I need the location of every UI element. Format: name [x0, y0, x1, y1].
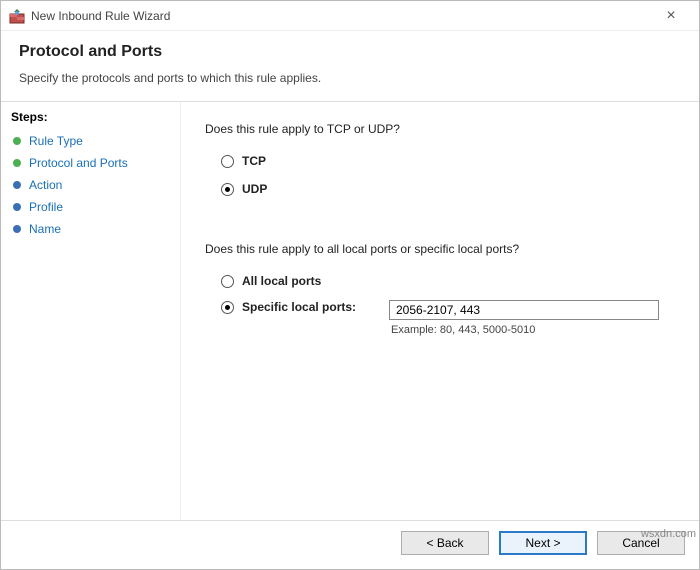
radio-all-ports-label: All local ports: [242, 274, 321, 288]
step-bullet-icon: [13, 225, 21, 233]
radio-tcp-label: TCP: [242, 154, 266, 168]
ports-all-row[interactable]: All local ports: [205, 272, 675, 290]
step-label: Name: [29, 222, 61, 236]
content-spacer: [205, 346, 675, 504]
radio-specific-ports-label: Specific local ports:: [242, 300, 356, 314]
wizard-footer: < Back Next > Cancel: [1, 520, 699, 569]
radio-tcp[interactable]: [221, 155, 234, 168]
titlebar: New Inbound Rule Wizard ×: [1, 1, 699, 31]
step-protocol-ports[interactable]: Protocol and Ports: [11, 152, 170, 174]
ports-input-block: Example: 80, 443, 5000-5010: [389, 300, 675, 336]
wizard-content: Does this rule apply to TCP or UDP? TCP …: [181, 102, 699, 520]
question-protocol: Does this rule apply to TCP or UDP?: [205, 122, 675, 136]
firewall-icon: [9, 8, 25, 24]
step-bullet-icon: [13, 181, 21, 189]
wizard-body: Steps: Rule Type Protocol and Ports Acti…: [1, 102, 699, 520]
step-label: Profile: [29, 200, 63, 214]
protocol-udp-row[interactable]: UDP: [205, 180, 675, 198]
gap: [205, 208, 675, 228]
page-title: Protocol and Ports: [19, 43, 681, 61]
step-label: Rule Type: [29, 134, 83, 148]
step-bullet-icon: [13, 159, 21, 167]
ports-specific-row: Specific local ports: Example: 80, 443, …: [205, 300, 675, 336]
step-action[interactable]: Action: [11, 174, 170, 196]
step-name[interactable]: Name: [11, 218, 170, 240]
radio-specific-ports[interactable]: [221, 301, 234, 314]
window-title: New Inbound Rule Wizard: [31, 9, 651, 23]
step-profile[interactable]: Profile: [11, 196, 170, 218]
specific-ports-input[interactable]: [389, 300, 659, 320]
step-bullet-icon: [13, 203, 21, 211]
wizard-window: New Inbound Rule Wizard × Protocol and P…: [0, 0, 700, 570]
ports-example: Example: 80, 443, 5000-5010: [389, 324, 675, 336]
question-ports: Does this rule apply to all local ports …: [205, 242, 675, 256]
radio-udp[interactable]: [221, 183, 234, 196]
step-rule-type[interactable]: Rule Type: [11, 130, 170, 152]
watermark: wsxdn.com: [641, 528, 696, 540]
page-subtitle: Specify the protocols and ports to which…: [19, 71, 681, 85]
protocol-tcp-row[interactable]: TCP: [205, 152, 675, 170]
close-icon[interactable]: ×: [651, 7, 691, 25]
wizard-header: Protocol and Ports Specify the protocols…: [1, 31, 699, 95]
back-button[interactable]: < Back: [401, 531, 489, 555]
next-button[interactable]: Next >: [499, 531, 587, 555]
step-bullet-icon: [13, 137, 21, 145]
radio-udp-label: UDP: [242, 182, 267, 196]
steps-label: Steps:: [11, 110, 170, 124]
steps-sidebar: Steps: Rule Type Protocol and Ports Acti…: [1, 102, 181, 520]
ports-specific-radio-block[interactable]: Specific local ports:: [221, 300, 381, 314]
radio-all-ports[interactable]: [221, 275, 234, 288]
step-label: Action: [29, 178, 62, 192]
step-label: Protocol and Ports: [29, 156, 128, 170]
